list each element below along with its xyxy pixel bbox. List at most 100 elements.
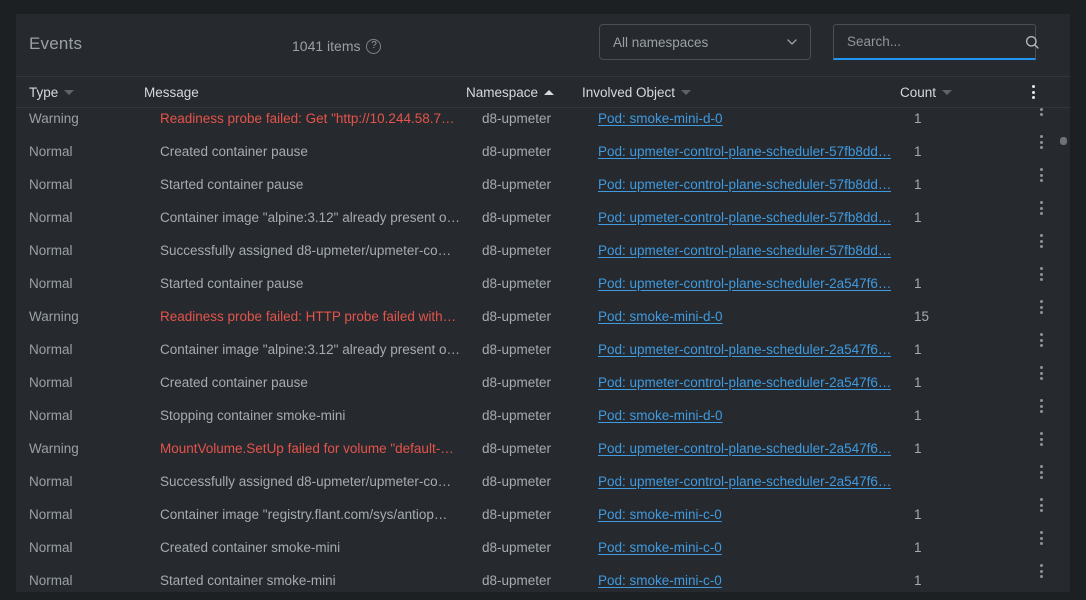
column-header-involved-object-label: Involved Object: [582, 85, 675, 100]
cell-involved-object: Pod: smoke-mini-c-0: [598, 564, 898, 591]
involved-object-link[interactable]: Pod: upmeter-control-plane-scheduler-57f…: [598, 243, 891, 258]
row-options-menu-icon[interactable]: [1026, 399, 1056, 429]
row-options-menu-icon[interactable]: [1026, 267, 1056, 297]
cell-involved-object: Pod: upmeter-control-plane-scheduler-57f…: [598, 234, 898, 267]
involved-object-link[interactable]: Pod: upmeter-control-plane-scheduler-57f…: [598, 210, 891, 225]
table-row[interactable]: NormalCreated container paused8-upmeterP…: [16, 135, 1070, 168]
row-options-menu-icon[interactable]: [1026, 498, 1056, 528]
table-row[interactable]: NormalCreated container paused8-upmeterP…: [16, 366, 1070, 399]
involved-object-link[interactable]: Pod: upmeter-control-plane-scheduler-2a5…: [598, 474, 891, 489]
involved-object-link[interactable]: Pod: upmeter-control-plane-scheduler-57f…: [598, 144, 891, 159]
involved-object-link[interactable]: Pod: upmeter-control-plane-scheduler-2a5…: [598, 342, 891, 357]
involved-object-link[interactable]: Pod: smoke-mini-c-0: [598, 573, 722, 588]
vertical-scrollbar-thumb[interactable]: [1060, 137, 1067, 145]
row-options-menu-icon[interactable]: [1026, 465, 1056, 495]
cell-row-menu: [1026, 234, 1056, 267]
search-icon[interactable]: [1024, 34, 1040, 50]
involved-object-link[interactable]: Pod: upmeter-control-plane-scheduler-57f…: [598, 177, 891, 192]
involved-object-link[interactable]: Pod: smoke-mini-d-0: [598, 111, 723, 126]
sort-asc-icon: [544, 90, 554, 95]
cell-message: MountVolume.SetUp failed for volume "def…: [160, 432, 465, 465]
table-row[interactable]: NormalStarted container paused8-upmeterP…: [16, 267, 1070, 300]
row-options-menu-icon[interactable]: [1026, 432, 1056, 462]
table-row[interactable]: NormalStarted container smoke-minid8-upm…: [16, 564, 1070, 591]
page-title: Events: [29, 34, 82, 54]
column-header-count[interactable]: Count: [900, 85, 952, 100]
column-header-message[interactable]: Message: [144, 85, 199, 100]
cell-namespace: d8-upmeter: [482, 564, 578, 591]
cell-count: 1: [914, 333, 974, 366]
involved-object-link[interactable]: Pod: smoke-mini-d-0: [598, 408, 723, 423]
row-options-menu-icon[interactable]: [1026, 135, 1056, 165]
cell-count: 1: [914, 267, 974, 300]
row-options-menu-icon[interactable]: [1026, 564, 1056, 591]
table-row[interactable]: WarningReadiness probe failed: Get "http…: [16, 108, 1070, 135]
table-row[interactable]: WarningReadiness probe failed: HTTP prob…: [16, 300, 1070, 333]
involved-object-link[interactable]: Pod: upmeter-control-plane-scheduler-2a5…: [598, 276, 891, 291]
table-row[interactable]: WarningMountVolume.SetUp failed for volu…: [16, 432, 1070, 465]
table-row[interactable]: NormalContainer image "registry.flant.co…: [16, 498, 1070, 531]
cell-involved-object: Pod: smoke-mini-c-0: [598, 531, 898, 564]
cell-involved-object: Pod: upmeter-control-plane-scheduler-2a5…: [598, 333, 898, 366]
involved-object-link[interactable]: Pod: upmeter-control-plane-scheduler-2a5…: [598, 375, 891, 390]
cell-type: Normal: [29, 135, 139, 168]
cell-row-menu: [1026, 108, 1056, 135]
cell-namespace: d8-upmeter: [482, 498, 578, 531]
cell-type: Normal: [29, 201, 139, 234]
table-row[interactable]: NormalSuccessfully assigned d8-upmeter/u…: [16, 234, 1070, 267]
cell-message: Container image "alpine:3.12" already pr…: [160, 201, 465, 234]
row-options-menu-icon[interactable]: [1026, 333, 1056, 363]
cell-type: Normal: [29, 366, 139, 399]
cell-count: [914, 234, 974, 267]
row-options-menu-icon[interactable]: [1026, 168, 1056, 198]
table-row[interactable]: NormalStarted container paused8-upmeterP…: [16, 168, 1070, 201]
involved-object-link[interactable]: Pod: smoke-mini-d-0: [598, 309, 723, 324]
column-header-namespace-label: Namespace: [466, 85, 538, 100]
cell-involved-object: Pod: upmeter-control-plane-scheduler-57f…: [598, 135, 898, 168]
cell-message: Container image "alpine:3.12" already pr…: [160, 333, 465, 366]
cell-namespace: d8-upmeter: [482, 108, 578, 135]
events-table: Type Message Namespace: [16, 77, 1070, 591]
table-row[interactable]: NormalStopping container smoke-minid8-up…: [16, 399, 1070, 432]
cell-row-menu: [1026, 432, 1056, 465]
table-row[interactable]: NormalContainer image "alpine:3.12" alre…: [16, 333, 1070, 366]
column-header-type[interactable]: Type: [29, 85, 74, 100]
help-circle-icon[interactable]: ?: [366, 39, 381, 54]
cell-row-menu: [1026, 300, 1056, 333]
table-row[interactable]: Normal Container image "alpine:3.12" alre…: [16, 201, 1070, 234]
cell-count: 1: [914, 564, 974, 591]
cell-namespace: d8-upmeter: [482, 465, 578, 498]
cell-type: Normal: [29, 234, 139, 267]
table-row[interactable]: NormalSuccessfully assigned d8-upmeter/u…: [16, 465, 1070, 498]
namespace-filter-select[interactable]: All namespaces: [599, 24, 811, 60]
involved-object-link[interactable]: Pod: smoke-mini-c-0: [598, 507, 722, 522]
search-input[interactable]: [847, 25, 1024, 58]
row-options-menu-icon[interactable]: [1026, 531, 1056, 561]
column-header-message-label: Message: [144, 85, 199, 100]
involved-object-link[interactable]: Pod: upmeter-control-plane-scheduler-2a5…: [598, 441, 891, 456]
cell-row-menu: [1026, 399, 1056, 432]
cell-message: Readiness probe failed: HTTP probe faile…: [160, 300, 465, 333]
row-options-menu-icon[interactable]: [1026, 234, 1056, 264]
cell-row-menu: [1026, 135, 1056, 168]
table-row[interactable]: NormalCreated container smoke-minid8-upm…: [16, 531, 1070, 564]
row-options-menu-icon[interactable]: [1026, 300, 1056, 330]
cell-type: Warning: [29, 108, 139, 135]
cell-type: Normal: [29, 465, 139, 498]
table-header-row: Type Message Namespace: [16, 77, 1070, 108]
cell-row-menu: [1026, 168, 1056, 201]
cell-namespace: d8-upmeter: [482, 531, 578, 564]
row-options-menu-icon[interactable]: [1026, 366, 1056, 396]
row-options-menu-icon[interactable]: [1026, 108, 1056, 132]
table-options-menu-icon[interactable]: [1026, 82, 1041, 102]
items-count-label: 1041 items: [292, 38, 360, 54]
cell-namespace: d8-upmeter: [482, 201, 578, 234]
cell-message: Container image "registry.flant.com/sys/…: [160, 498, 465, 531]
cell-count: 1: [914, 168, 974, 201]
column-header-involved-object[interactable]: Involved Object: [582, 85, 691, 100]
cell-type: Normal: [29, 531, 139, 564]
column-header-namespace[interactable]: Namespace: [466, 85, 554, 100]
search-box[interactable]: [833, 24, 1036, 60]
involved-object-link[interactable]: Pod: smoke-mini-c-0: [598, 540, 722, 555]
row-options-menu-icon[interactable]: [1026, 201, 1056, 231]
